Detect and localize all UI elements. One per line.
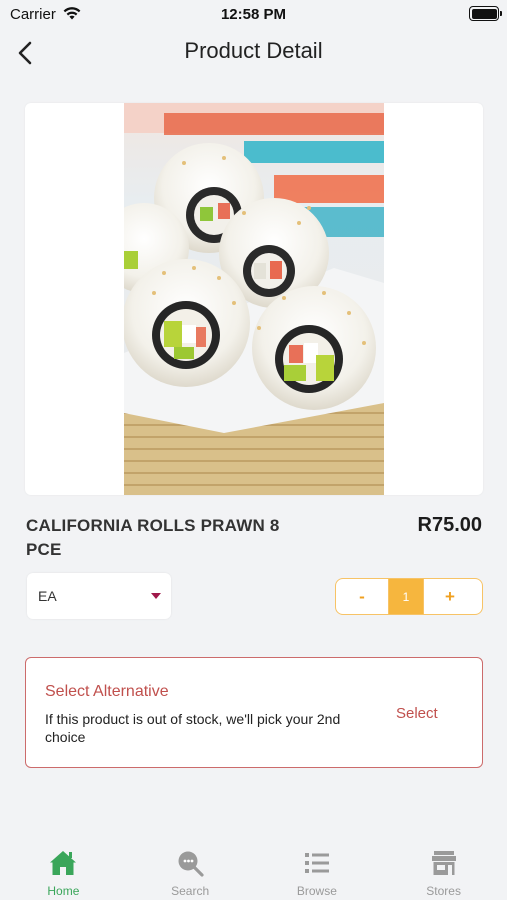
unit-dropdown[interactable]: EA <box>27 573 171 619</box>
battery-icon <box>469 6 502 21</box>
nav-header: Product Detail <box>0 30 507 74</box>
alternative-title: Select Alternative <box>45 683 169 700</box>
tab-bar: Home Search Browse Stores <box>0 840 507 900</box>
tab-stores[interactable]: Stores <box>380 840 507 900</box>
list-icon <box>304 853 329 873</box>
battery-fill <box>471 8 497 19</box>
tab-browse[interactable]: Browse <box>254 840 381 900</box>
tab-home[interactable]: Home <box>0 840 127 900</box>
tab-browse-label: Browse <box>296 884 337 898</box>
caret-down-icon <box>151 593 161 599</box>
status-bar: Carrier 12:58 PM <box>0 0 507 30</box>
product-image-card <box>25 103 483 495</box>
page-title: Product Detail <box>184 38 323 63</box>
decrease-quantity-button[interactable]: - <box>336 579 389 614</box>
tab-search-label: Search <box>171 884 210 898</box>
tab-home-label: Home <box>47 884 80 898</box>
home-icon <box>50 851 77 875</box>
store-icon <box>431 851 456 875</box>
product-price: R75.00 <box>417 514 483 536</box>
tab-search[interactable]: Search <box>127 840 254 900</box>
search-icon <box>178 851 204 877</box>
increase-quantity-button[interactable]: + <box>423 579 476 614</box>
alternative-description: If this product is out of stock, we'll p… <box>45 711 341 745</box>
unit-value: EA <box>38 588 57 604</box>
status-time: 12:58 PM <box>220 6 287 23</box>
select-alternative-card: Select Alternative If this product is ou… <box>25 657 483 768</box>
quantity-value: 1 <box>389 579 423 614</box>
product-image <box>124 103 384 495</box>
quantity-stepper: - 1 + <box>335 578 483 615</box>
tab-stores-label: Stores <box>426 884 461 898</box>
select-alternative-button[interactable]: Select <box>396 705 438 722</box>
product-name: CALIFORNIA ROLLS PRAWN 8 PCE <box>26 516 280 559</box>
